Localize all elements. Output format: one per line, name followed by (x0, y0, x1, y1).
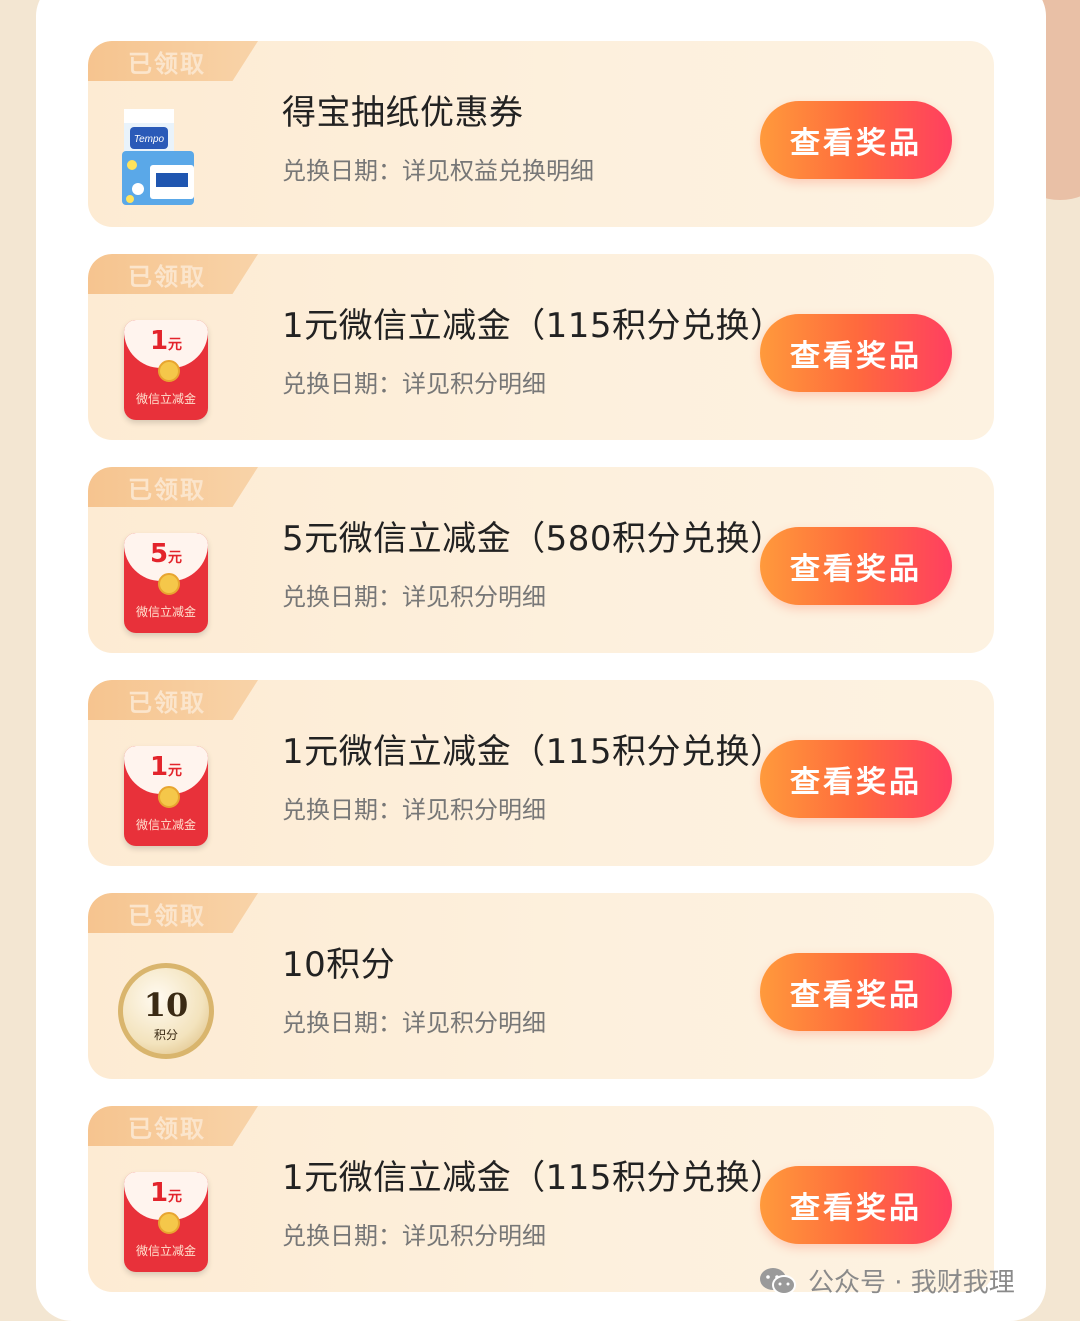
claimed-tag: 已领取 (88, 680, 258, 720)
claimed-tag: 已领取 (88, 467, 258, 507)
redeem-date: 兑换日期：详见权益兑换明细 (282, 157, 594, 185)
red-envelope-icon: 1元 微信立减金 (116, 1166, 216, 1276)
envelope-unit: 元 (168, 337, 183, 353)
redeem-date: 兑换日期：详见积分明细 (282, 796, 546, 824)
coin-value: 10 (143, 986, 189, 1024)
view-prize-button[interactable]: 查看奖品 (760, 101, 952, 179)
reward-title: 5元微信立减金（580积分兑换） (282, 519, 785, 559)
envelope-amount: 1 (149, 752, 169, 782)
envelope-amount: 1 (149, 1178, 169, 1208)
watermark-text: 公众号 · 我财我理 (808, 1268, 1015, 1298)
claimed-tag: 已领取 (88, 254, 258, 294)
reward-card: 已领取 1元 微信立减金 1元微信立减金（115积分兑换） 兑换日期：详见积分明… (88, 254, 994, 440)
envelope-unit: 元 (168, 1189, 183, 1205)
red-envelope-icon: 1元 微信立减金 (116, 314, 216, 424)
redeem-date: 兑换日期：详见积分明细 (282, 1222, 546, 1250)
view-prize-button[interactable]: 查看奖品 (760, 1166, 952, 1244)
envelope-amount: 1 (149, 326, 169, 356)
reward-card: 已领取 Tempo 得宝抽纸优惠券 兑换日期：详见权益兑换明细 查看奖品 (88, 41, 994, 227)
redeem-date: 兑换日期：详见积分明细 (282, 583, 546, 611)
view-prize-button[interactable]: 查看奖品 (760, 527, 952, 605)
reward-title: 1元微信立减金（115积分兑换） (282, 1158, 785, 1198)
reward-card: 已领取 10 积分 10积分 兑换日期：详见积分明细 查看奖品 (88, 893, 994, 1079)
claimed-tag: 已领取 (88, 893, 258, 933)
reward-title: 得宝抽纸优惠券 (282, 93, 524, 133)
tissue-product-image: Tempo (116, 101, 216, 211)
envelope-unit: 元 (168, 763, 183, 779)
redeem-date: 兑换日期：详见积分明细 (282, 1009, 546, 1037)
view-prize-button[interactable]: 查看奖品 (760, 314, 952, 392)
reward-title: 10积分 (282, 945, 396, 985)
redeem-date: 兑换日期：详见积分明细 (282, 370, 546, 398)
tissue-brand-text: Tempo (134, 134, 165, 145)
reward-title: 1元微信立减金（115积分兑换） (282, 306, 785, 346)
reward-card: 已领取 5元 微信立减金 5元微信立减金（580积分兑换） 兑换日期：详见积分明… (88, 467, 994, 653)
coin-label: 积分 (153, 1028, 178, 1042)
claimed-tag: 已领取 (88, 41, 258, 81)
reward-title: 1元微信立减金（115积分兑换） (282, 732, 785, 772)
view-prize-button[interactable]: 查看奖品 (760, 953, 952, 1031)
envelope-label: 微信立减金 (135, 818, 196, 832)
reward-list: 已领取 Tempo 得宝抽纸优惠券 兑换日期：详见权益兑换明细 查看奖品 已领取 (88, 41, 994, 1319)
envelope-label: 微信立减金 (135, 605, 196, 619)
red-envelope-icon: 5元 微信立减金 (116, 527, 216, 637)
view-prize-button[interactable]: 查看奖品 (760, 740, 952, 818)
points-coin-icon: 10 积分 (116, 953, 216, 1063)
envelope-unit: 元 (168, 550, 183, 566)
red-envelope-icon: 1元 微信立减金 (116, 740, 216, 850)
envelope-amount: 5 (149, 539, 169, 569)
claimed-tag: 已领取 (88, 1106, 258, 1146)
watermark: 公众号 · 我财我理 (758, 1262, 1015, 1299)
envelope-label: 微信立减金 (135, 1244, 196, 1258)
envelope-label: 微信立减金 (135, 392, 196, 406)
wechat-icon (760, 1267, 796, 1295)
reward-card: 已领取 1元 微信立减金 1元微信立减金（115积分兑换） 兑换日期：详见积分明… (88, 680, 994, 866)
